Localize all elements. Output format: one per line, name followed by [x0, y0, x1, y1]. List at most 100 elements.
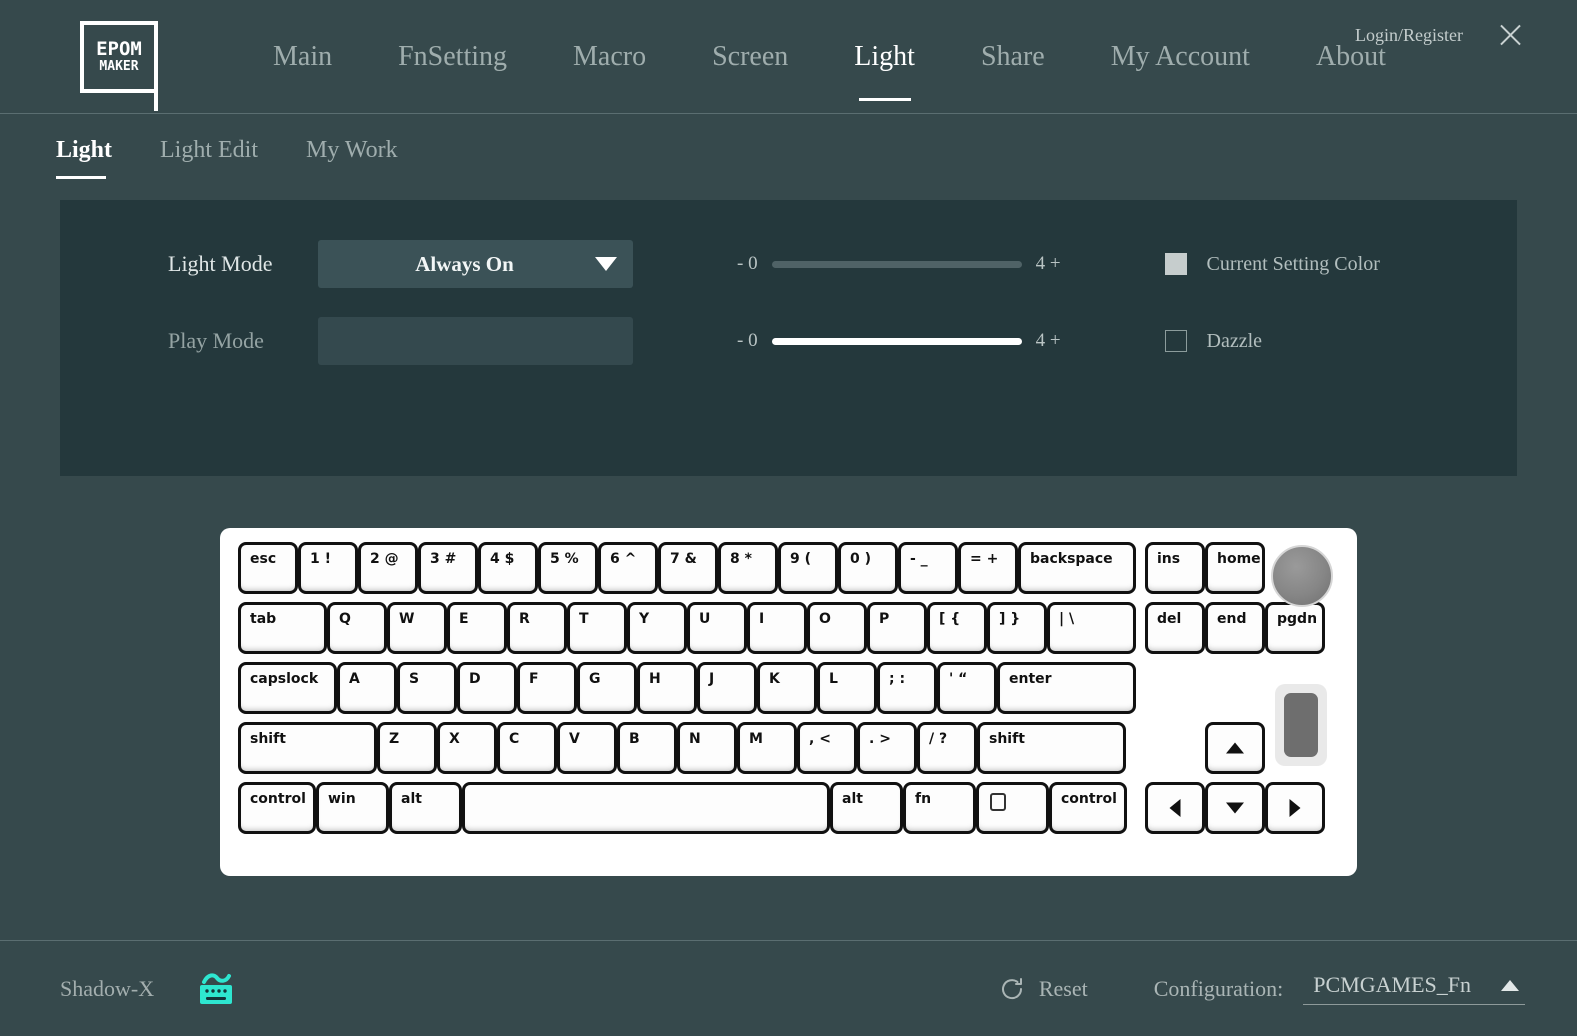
key-2-[interactable]: 2 @: [358, 542, 418, 594]
nav-item-my-account[interactable]: My Account: [1078, 35, 1283, 79]
key-T[interactable]: T: [567, 602, 627, 654]
key-A[interactable]: A: [337, 662, 397, 714]
key-K[interactable]: K: [757, 662, 817, 714]
key--[interactable]: ; :: [877, 662, 937, 714]
key-B[interactable]: B: [617, 722, 677, 774]
dazzle-checkbox[interactable]: Dazzle: [1165, 330, 1263, 353]
nav-item-screen[interactable]: Screen: [679, 35, 821, 79]
speed-min-label[interactable]: - 0: [737, 330, 758, 352]
close-icon[interactable]: [1495, 20, 1525, 50]
key-control[interactable]: control: [238, 782, 316, 834]
key-Y[interactable]: Y: [627, 602, 687, 654]
key-1-[interactable]: 1 !: [298, 542, 358, 594]
key-L[interactable]: L: [817, 662, 877, 714]
key--[interactable]: = +: [958, 542, 1018, 594]
key-tab[interactable]: tab: [238, 602, 327, 654]
key-Z[interactable]: Z: [377, 722, 437, 774]
brightness-max-label[interactable]: 4 +: [1036, 253, 1061, 275]
key-3-[interactable]: 3 #: [418, 542, 478, 594]
nav-item-light[interactable]: Light: [821, 35, 948, 79]
subtab-my-work[interactable]: My Work: [282, 133, 422, 167]
nav-item-fnsetting[interactable]: FnSetting: [365, 35, 540, 79]
configuration-select[interactable]: PCMGAMES_Fn: [1303, 972, 1525, 1005]
keyboard-icon[interactable]: [196, 972, 236, 1006]
key--[interactable]: [ {: [927, 602, 987, 654]
key-O[interactable]: O: [807, 602, 867, 654]
brightness-slider-track[interactable]: [772, 261, 1022, 268]
key-7-[interactable]: 7 &: [658, 542, 718, 594]
right-arrow-key[interactable]: [1265, 782, 1325, 834]
rotary-knob[interactable]: [1271, 545, 1333, 607]
key-space[interactable]: [462, 782, 830, 834]
key-V[interactable]: V: [557, 722, 617, 774]
subtab-light-edit[interactable]: Light Edit: [136, 133, 282, 167]
key-D[interactable]: D: [457, 662, 517, 714]
key-I[interactable]: I: [747, 602, 807, 654]
play-mode-select[interactable]: [318, 317, 633, 365]
down-arrow-key[interactable]: [1205, 782, 1265, 834]
key-J[interactable]: J: [697, 662, 757, 714]
key-U[interactable]: U: [687, 602, 747, 654]
key-R[interactable]: R: [507, 602, 567, 654]
reset-button[interactable]: Reset: [999, 976, 1088, 1002]
subtab-light[interactable]: Light: [56, 133, 136, 167]
vertical-slider-strip[interactable]: [1275, 684, 1327, 766]
key-6-[interactable]: 6 ^: [598, 542, 658, 594]
dazzle-checkbox-box[interactable]: [1165, 330, 1187, 352]
nav-item-main[interactable]: Main: [240, 35, 365, 79]
key-E[interactable]: E: [447, 602, 507, 654]
key--[interactable]: | \: [1047, 602, 1136, 654]
key-ins[interactable]: ins: [1145, 542, 1205, 594]
key-0-[interactable]: 0 ): [838, 542, 898, 594]
key-win[interactable]: win: [316, 782, 389, 834]
key-shift[interactable]: shift: [238, 722, 377, 774]
key--[interactable]: ' “: [937, 662, 997, 714]
key-8-[interactable]: 8 *: [718, 542, 778, 594]
speed-slider[interactable]: - 0 4 +: [737, 330, 1061, 352]
key-H[interactable]: H: [637, 662, 697, 714]
key--[interactable]: . >: [857, 722, 917, 774]
key--[interactable]: / ?: [917, 722, 977, 774]
key-G[interactable]: G: [577, 662, 637, 714]
left-arrow-key[interactable]: [1145, 782, 1205, 834]
key-enter[interactable]: enter: [997, 662, 1136, 714]
key-Q[interactable]: Q: [327, 602, 387, 654]
key-esc[interactable]: esc: [238, 542, 298, 594]
login-register-link[interactable]: Login/Register: [1355, 25, 1463, 46]
key-fn[interactable]: fn: [903, 782, 976, 834]
key-home[interactable]: home: [1205, 542, 1265, 594]
key-control[interactable]: control: [1049, 782, 1127, 834]
key-alt[interactable]: alt: [389, 782, 462, 834]
key-5-[interactable]: 5 %: [538, 542, 598, 594]
key-M[interactable]: M: [737, 722, 797, 774]
key-X[interactable]: X: [437, 722, 497, 774]
speed-slider-track[interactable]: [772, 338, 1022, 345]
key-S[interactable]: S: [397, 662, 457, 714]
key-C[interactable]: C: [497, 722, 557, 774]
key-9-[interactable]: 9 (: [778, 542, 838, 594]
brightness-min-label[interactable]: - 0: [737, 253, 758, 275]
key-backspace[interactable]: backspace: [1018, 542, 1136, 594]
key-pgdn[interactable]: pgdn: [1265, 602, 1325, 654]
key-alt[interactable]: alt: [830, 782, 903, 834]
key-P[interactable]: P: [867, 602, 927, 654]
key--[interactable]: , <: [797, 722, 857, 774]
speed-max-label[interactable]: 4 +: [1036, 330, 1061, 352]
vertical-slider-thumb[interactable]: [1284, 693, 1318, 757]
light-mode-select[interactable]: Always On: [318, 240, 633, 288]
current-setting-color-checkbox[interactable]: Current Setting Color: [1165, 253, 1380, 276]
key---[interactable]: - _: [898, 542, 958, 594]
current-setting-color-swatch[interactable]: [1165, 253, 1187, 275]
key-N[interactable]: N: [677, 722, 737, 774]
key-capslock[interactable]: capslock: [238, 662, 337, 714]
key-4-[interactable]: 4 $: [478, 542, 538, 594]
key-shift[interactable]: shift: [977, 722, 1126, 774]
up-arrow-key[interactable]: [1205, 722, 1265, 774]
nav-item-share[interactable]: Share: [948, 35, 1078, 79]
key--[interactable]: ] }: [987, 602, 1047, 654]
key-menu[interactable]: [976, 782, 1049, 834]
key-F[interactable]: F: [517, 662, 577, 714]
key-end[interactable]: end: [1205, 602, 1265, 654]
nav-item-macro[interactable]: Macro: [540, 35, 679, 79]
key-del[interactable]: del: [1145, 602, 1205, 654]
